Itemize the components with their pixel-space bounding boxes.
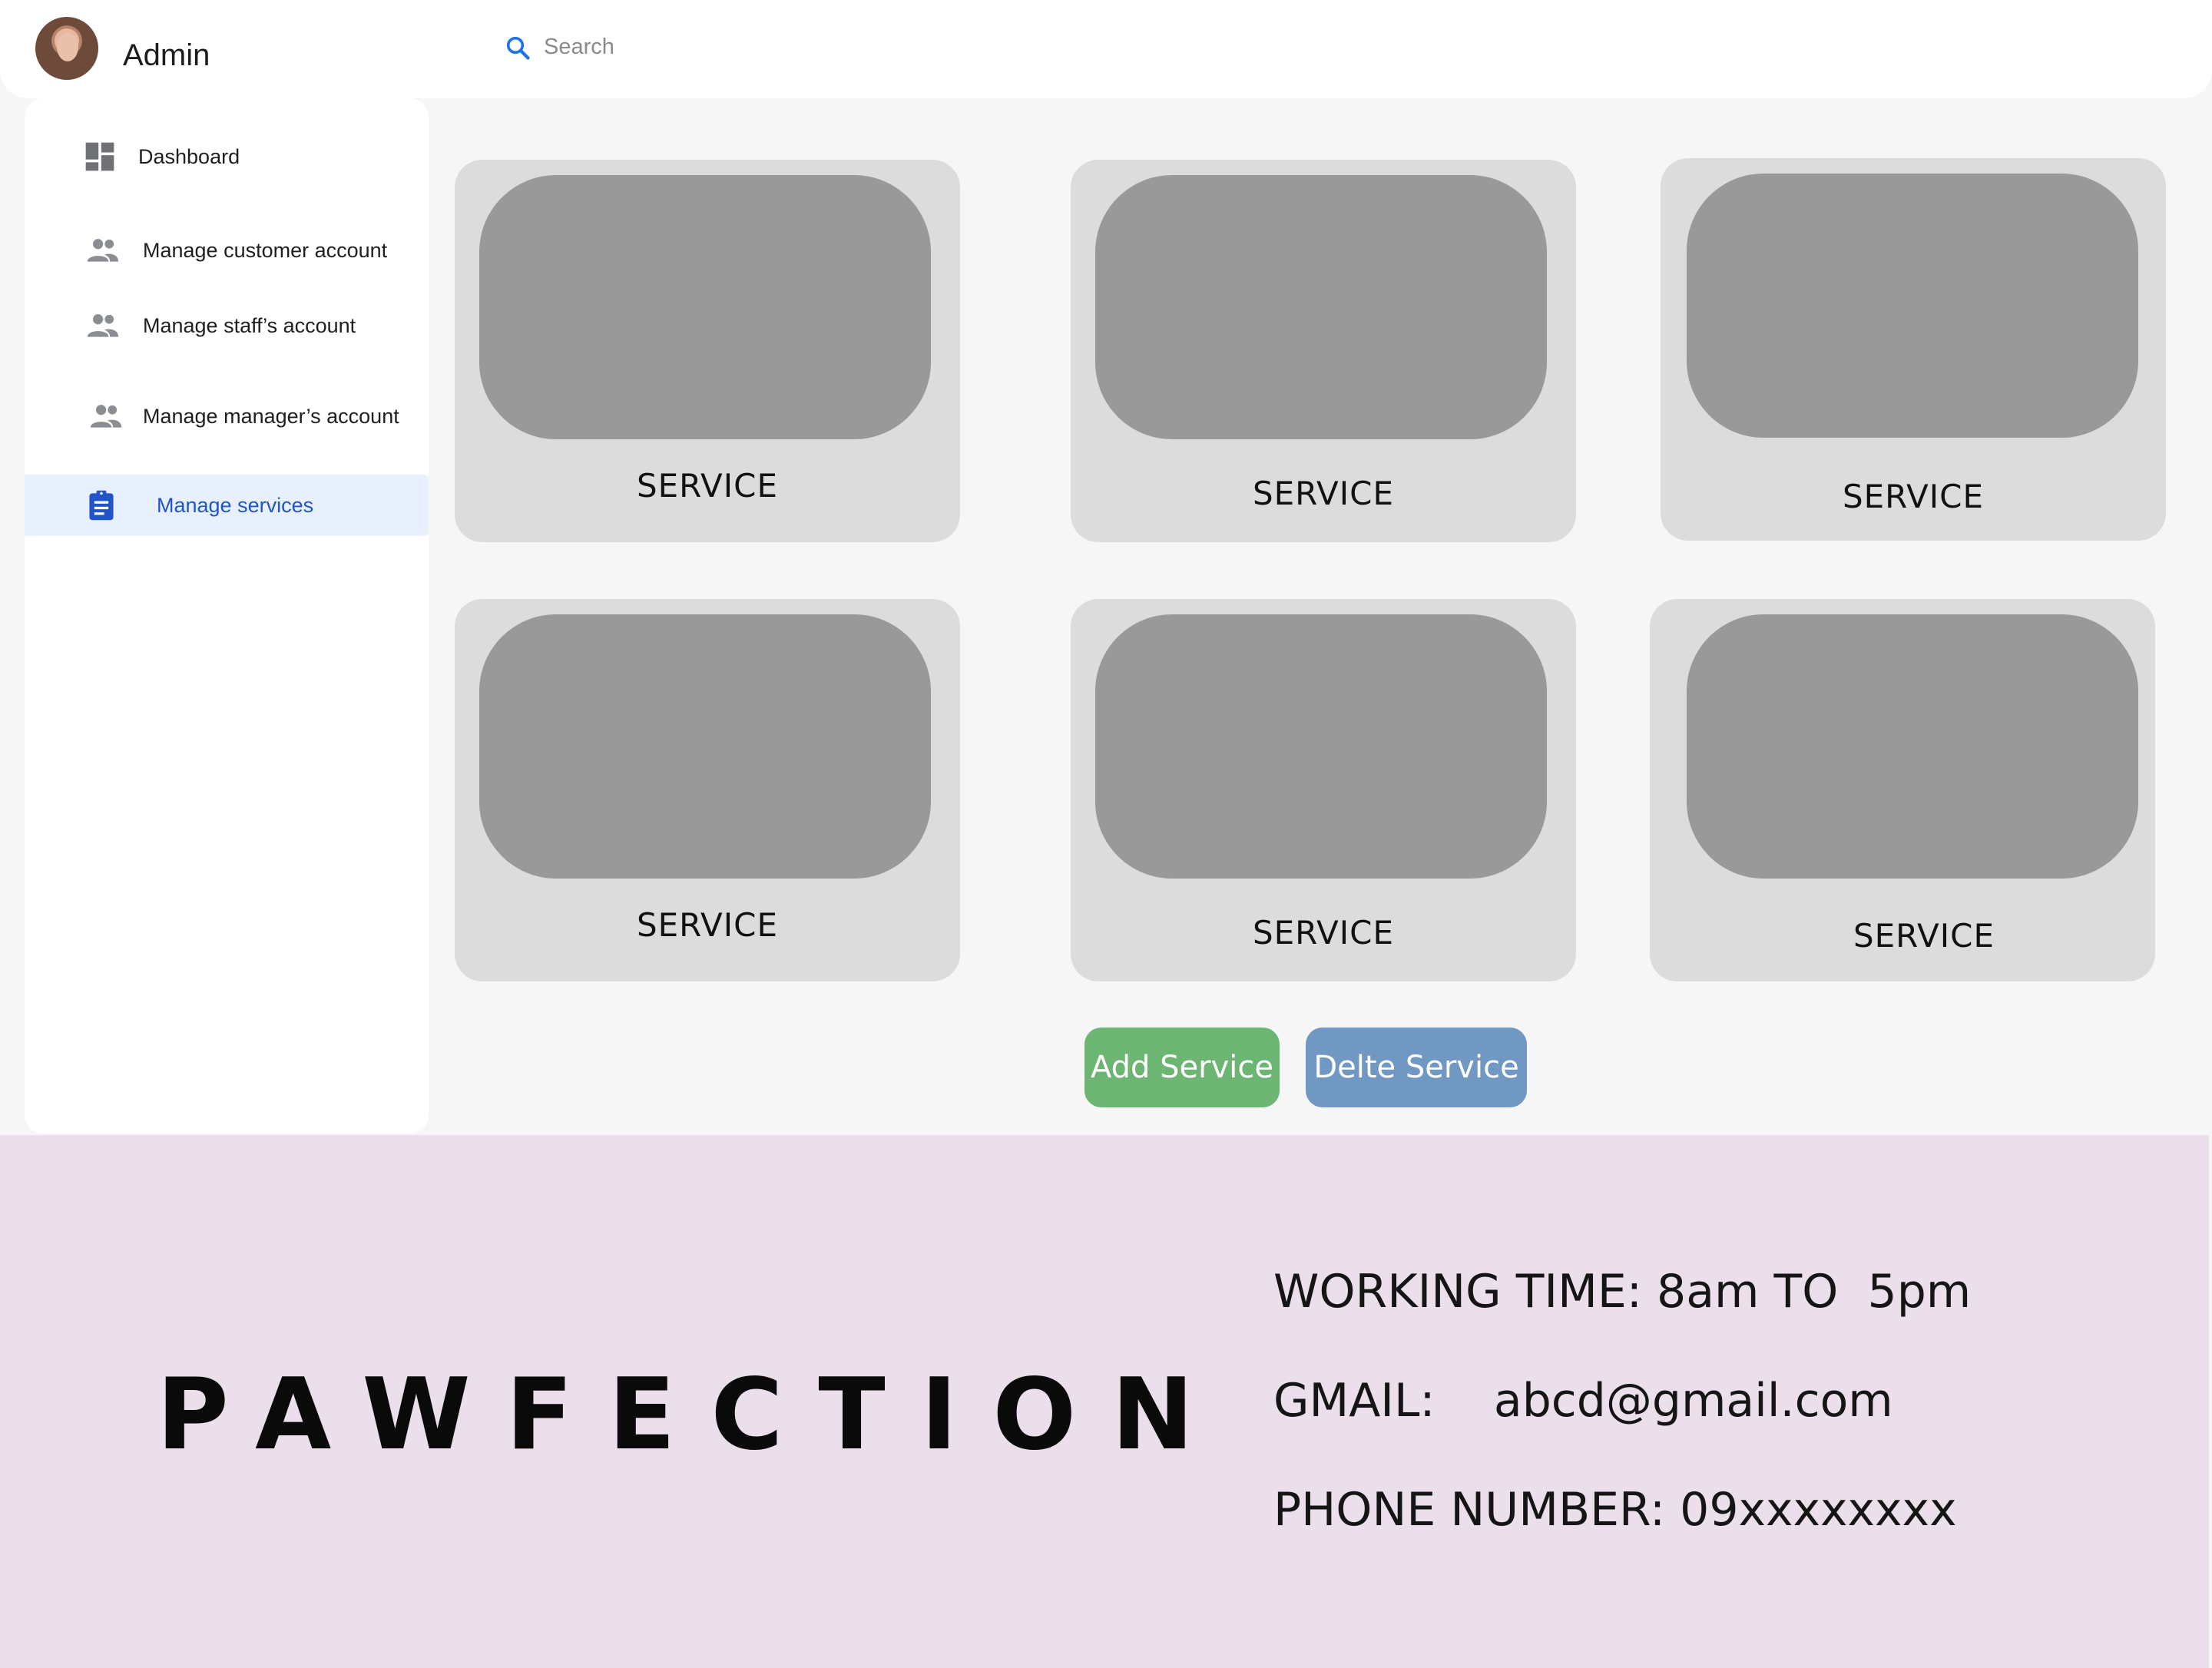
service-card[interactable]: SERVICE	[1071, 160, 1576, 542]
working-time: WORKING TIME: 8am TO 5pm	[1273, 1265, 1972, 1319]
people-icon	[87, 239, 119, 262]
people-icon	[87, 314, 119, 337]
dashboard-icon	[85, 142, 114, 171]
sidebar-item-label: Manage manager’s account	[143, 405, 399, 428]
service-card[interactable]: SERVICE	[455, 599, 960, 981]
sidebar-item-label: Dashboard	[138, 145, 240, 168]
service-label: SERVICE	[636, 906, 779, 944]
avatar[interactable]	[35, 17, 98, 80]
sidebar-item-manager-accounts[interactable]: Manage manager’s account	[25, 386, 429, 447]
search-input[interactable]	[544, 31, 1081, 63]
clipboard-icon	[89, 490, 114, 521]
service-card[interactable]: SERVICE	[1071, 599, 1576, 981]
service-card[interactable]: SERVICE	[1661, 158, 2166, 541]
service-label: SERVICE	[636, 467, 779, 505]
contact-gmail: GMAIL: abcd@gmail.com	[1273, 1374, 1893, 1428]
sidebar-item-label: Manage customer account	[143, 239, 388, 262]
search-icon[interactable]	[504, 34, 531, 61]
service-label: SERVICE	[1252, 475, 1395, 512]
avatar-face	[57, 32, 78, 61]
sidebar: Dashboard Manage customer account Manage…	[25, 98, 429, 1134]
service-image-placeholder	[479, 614, 931, 879]
service-label: SERVICE	[1252, 914, 1395, 951]
contact-phone: PHONE NUMBER: 09xxxxxxxx	[1273, 1483, 1957, 1537]
top-bar: Admin	[0, 0, 2212, 98]
sidebar-item-staff-accounts[interactable]: Manage staff’s account	[25, 295, 429, 356]
service-image-placeholder	[1095, 614, 1547, 879]
user-name: Admin	[123, 38, 210, 72]
sidebar-item-dashboard[interactable]: Dashboard	[25, 126, 429, 187]
service-image-placeholder	[1687, 174, 2138, 438]
brand-name: PAWFECTION	[157, 1358, 1230, 1472]
sidebar-item-label: Manage services	[157, 494, 314, 517]
people-icon	[90, 405, 122, 428]
service-card[interactable]: SERVICE	[455, 160, 960, 542]
service-label: SERVICE	[1853, 917, 1995, 955]
service-label: SERVICE	[1842, 478, 1985, 515]
service-card[interactable]: SERVICE	[1650, 599, 2155, 981]
footer: PAWFECTION WORKING TIME: 8am TO 5pm GMAI…	[0, 1135, 2209, 1668]
service-image-placeholder	[1687, 614, 2138, 879]
sidebar-item-manage-services[interactable]: Manage services	[25, 475, 429, 536]
sidebar-item-label: Manage staff’s account	[143, 314, 356, 337]
add-service-button[interactable]: Add Service	[1084, 1028, 1280, 1107]
service-image-placeholder	[479, 175, 931, 439]
service-image-placeholder	[1095, 175, 1547, 439]
sidebar-item-customer-accounts[interactable]: Manage customer account	[25, 220, 429, 281]
delete-service-button[interactable]: Delte Service	[1306, 1028, 1527, 1107]
